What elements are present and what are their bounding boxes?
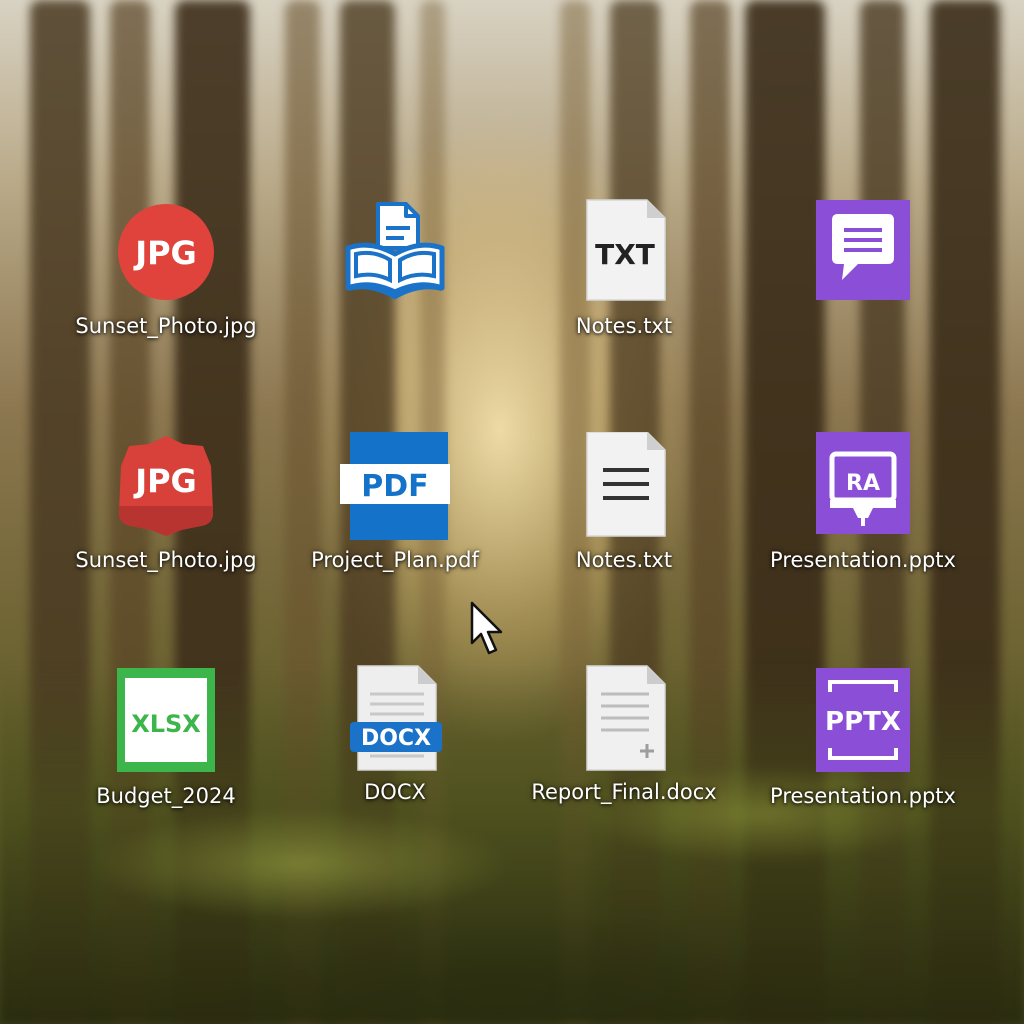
desktop-icon-sunset-photo[interactable]: JPG Sunset_Photo.jpg — [66, 198, 266, 358]
desktop-icon-label: Sunset_Photo.jpg — [75, 314, 257, 338]
presentation-screen-icon: RA — [808, 432, 918, 542]
desktop-icon-label: Budget_2024 — [96, 784, 236, 808]
desktop-icon-report-final[interactable]: Report_Final.docx — [524, 664, 724, 824]
desktop-icon-label: Notes.txt — [575, 548, 673, 572]
desktop-icon-label: Sunset_Photo.jpg — [75, 548, 257, 572]
desktop-icon-project-plan[interactable]: PDF Project_Plan.pdf — [295, 432, 495, 592]
svg-text:JPG: JPG — [133, 234, 197, 272]
desktop-icon-notes-txt[interactable]: TXT Notes.txt — [524, 198, 724, 358]
desktop-icon-label: Presentation.pptx — [770, 784, 956, 808]
desktop-icon-budget[interactable]: XLSX Budget_2024 — [66, 668, 266, 828]
desktop-icon-label: DOCX — [364, 780, 426, 804]
desktop-icon-label: Project_Plan.pdf — [311, 548, 479, 572]
pdf-file-icon: PDF — [340, 432, 450, 542]
jpg-badge-icon: JPG — [111, 432, 221, 542]
desktop-icon-book-document[interactable] — [295, 198, 495, 358]
jpg-circle-icon: JPG — [111, 198, 221, 308]
desktop-icon-notes-txt-2[interactable]: Notes.txt — [524, 432, 724, 592]
desktop-icon-sunset-photo-2[interactable]: JPG Sunset_Photo.jpg — [66, 432, 266, 592]
svg-text:JPG: JPG — [133, 462, 197, 500]
desktop-icon-chat[interactable] — [763, 198, 963, 358]
document-plus-icon — [569, 664, 679, 774]
docx-file-icon: DOCX — [340, 664, 450, 774]
svg-text:XLSX: XLSX — [131, 710, 201, 738]
desktop-icon-label: Presentation.pptx — [770, 548, 956, 572]
txt-file-icon: TXT — [569, 198, 679, 308]
svg-text:RA: RA — [846, 471, 880, 496]
svg-text:PPTX: PPTX — [825, 707, 901, 737]
book-document-icon — [340, 198, 450, 308]
text-lines-file-icon — [569, 432, 679, 542]
chat-bubble-icon — [808, 198, 918, 308]
xlsx-file-icon: XLSX — [111, 668, 221, 778]
pptx-file-icon: PPTX — [808, 668, 918, 778]
desktop-icon-presentation-2[interactable]: PPTX Presentation.pptx — [763, 668, 963, 828]
arrow-cursor-icon — [470, 601, 504, 659]
svg-text:TXT: TXT — [595, 238, 655, 271]
desktop-icon-presentation[interactable]: RA Presentation.pptx — [763, 432, 963, 592]
desktop-icon-label: Report_Final.docx — [531, 780, 717, 804]
desktop-icon-docx[interactable]: DOCX DOCX — [295, 664, 495, 824]
svg-text:DOCX: DOCX — [361, 726, 431, 751]
svg-text:PDF: PDF — [361, 469, 428, 504]
desktop-icon-label: Notes.txt — [575, 314, 673, 338]
